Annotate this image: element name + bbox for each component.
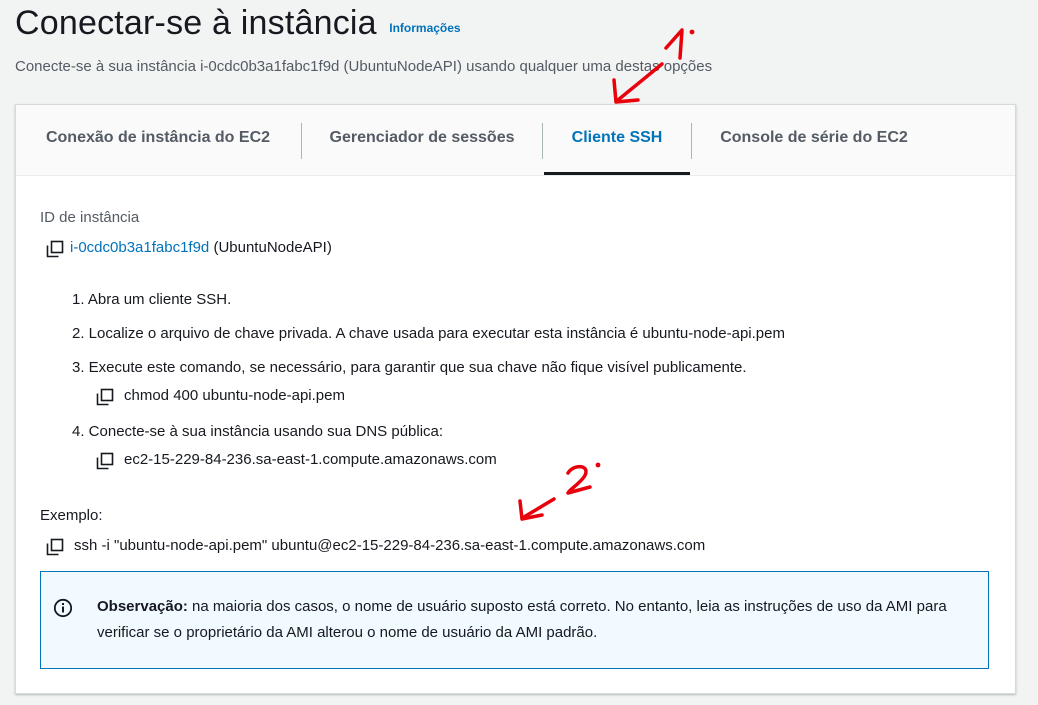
public-dns: ec2-15-229-84-236.sa-east-1.compute.amaz… xyxy=(124,451,497,468)
instance-id-row: i-0cdc0b3a1fabc1f9d (UbuntuNodeAPI) xyxy=(70,239,332,256)
step-3: 3. Execute este comando, se necessário, … xyxy=(72,359,747,376)
info-alert-text: Observação: na maioria dos casos, o nome… xyxy=(97,594,967,646)
step-1: 1. Abra um cliente SSH. xyxy=(72,291,232,308)
example-command: ssh -i "ubuntu-node-api.pem" ubuntu@ec2-… xyxy=(74,537,706,554)
tab-label: Conexão de instância do EC2 xyxy=(45,129,271,146)
tab-ssh-client[interactable]: Cliente SSH xyxy=(544,105,690,175)
tab-session-manager[interactable]: Gerenciador de sessões xyxy=(302,105,542,175)
page-header: Conectar-se à instância Informações xyxy=(15,4,461,43)
info-circle-icon xyxy=(53,598,73,623)
ssh-client-content: ID de instância i-0cdc0b3a1fabc1f9d (Ubu… xyxy=(16,175,1015,693)
tab-label: Console de série do EC2 xyxy=(720,129,908,146)
instance-name: (UbuntuNodeAPI) xyxy=(213,239,332,256)
copy-icon[interactable] xyxy=(96,452,114,470)
info-alert: Observação: na maioria dos casos, o nome… xyxy=(40,571,989,669)
tab-serial-console[interactable]: Console de série do EC2 xyxy=(692,105,936,175)
connect-panel: Conexão de instância do EC2 Gerenciador … xyxy=(15,104,1016,694)
copy-icon[interactable] xyxy=(46,240,64,258)
page-subtitle: Conecte-se à sua instância i-0cdc0b3a1fa… xyxy=(15,58,713,75)
instance-id-link[interactable]: i-0cdc0b3a1fabc1f9d xyxy=(70,239,209,256)
step-4: 4. Conecte-se à sua instância usando sua… xyxy=(72,423,444,440)
tab-ec2-instance-connect[interactable]: Conexão de instância do EC2 xyxy=(16,105,300,175)
step-2: 2. Localize o arquivo de chave privada. … xyxy=(72,325,785,342)
info-link[interactable]: Informações xyxy=(389,21,460,35)
page-title: Conectar-se à instância xyxy=(15,4,377,42)
chmod-command: chmod 400 ubuntu-node-api.pem xyxy=(124,387,345,404)
instance-id-label: ID de instância xyxy=(40,209,140,226)
tab-bar: Conexão de instância do EC2 Gerenciador … xyxy=(16,105,1015,176)
copy-icon[interactable] xyxy=(46,538,64,556)
info-alert-body: na maioria dos casos, o nome de usuário … xyxy=(97,598,947,641)
info-alert-strong: Observação: xyxy=(97,598,188,615)
tab-label: Gerenciador de sessões xyxy=(329,129,515,146)
tab-divider xyxy=(542,123,543,159)
tab-label: Cliente SSH xyxy=(571,129,663,146)
example-label: Exemplo: xyxy=(40,507,103,524)
copy-icon[interactable] xyxy=(96,388,114,406)
